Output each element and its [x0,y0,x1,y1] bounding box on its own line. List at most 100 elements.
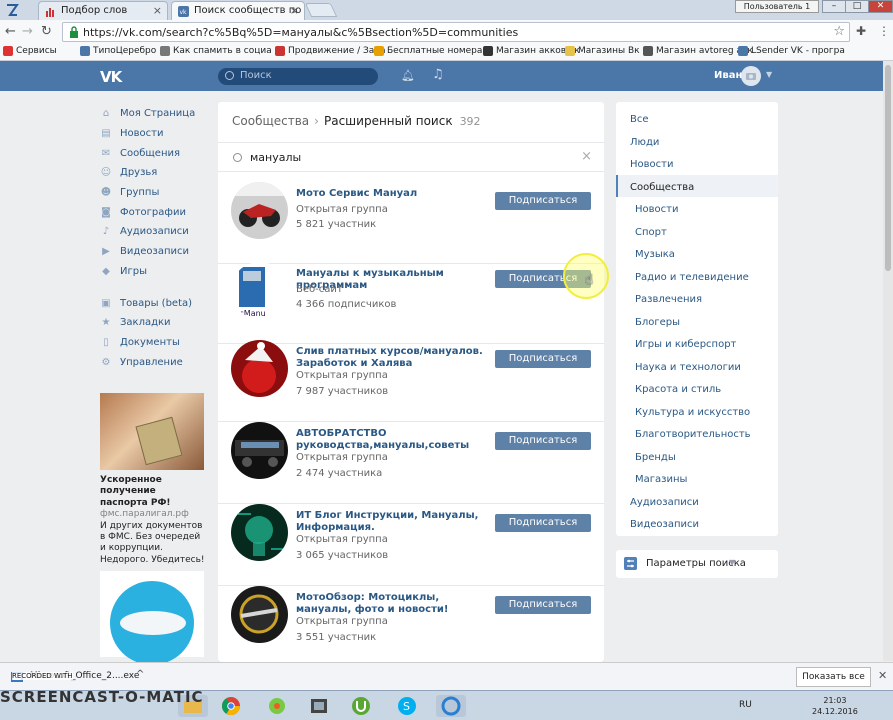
close-icon[interactable]: ✕ [878,669,887,682]
search-query[interactable]: мануалы [250,151,301,164]
left-menu-item[interactable]: ▤ Новости [100,124,205,144]
system-clock[interactable]: 21:03 24.12.2016 [812,695,858,717]
bookmark-item[interactable]: Магазины Вк [565,46,640,56]
left-menu-item[interactable]: ▯ Документы [100,333,205,353]
community-name[interactable]: ИТ Блог Инструкции, Мануалы, Информация. [296,510,488,534]
filter-item[interactable]: Благотворительность [616,422,778,445]
left-menu-item[interactable]: ★ Закладки [100,313,205,333]
forward-icon[interactable]: → [22,24,33,39]
subscribe-button[interactable]: Подписаться [495,350,591,368]
bookmark-item[interactable]: LSender VK - програ [738,46,845,56]
user-name[interactable]: Иван [714,70,742,81]
maximize-button[interactable]: □ [845,0,869,13]
taskbar-utorrent-icon[interactable] [346,695,376,717]
extension-puzzle-icon[interactable]: ✚ [856,24,866,38]
left-menu-item[interactable]: ▶ Видеозаписи [100,242,205,262]
profile-button[interactable]: Пользователь 1 [735,0,819,13]
show-all-downloads-button[interactable]: Показать все [796,667,871,687]
filter-item[interactable]: Люди [616,130,778,153]
vk-logo[interactable]: VK [100,68,122,86]
bookmark-item[interactable]: Сервисы [3,46,57,56]
clear-search-icon[interactable]: × [581,149,592,164]
left-menu-item[interactable]: ◙ Фотографии [100,202,205,222]
ad-domain[interactable]: фмс.паралигал.рф [100,509,206,520]
window-close-button[interactable]: ✕ [868,0,893,13]
community-avatar[interactable] [231,586,288,643]
taskbar-recorder-icon[interactable] [436,695,466,717]
left-menu-item[interactable]: ⌂ Моя Страница [100,104,205,124]
bookmark-item[interactable]: Продвижение / Зара [275,46,386,56]
filter-item[interactable]: Блогеры [616,310,778,333]
filter-item[interactable]: Магазины [616,467,778,490]
filter-item[interactable]: Все [616,107,778,130]
ad-title[interactable]: Ускоренное получение паспорта РФ! [100,475,206,509]
community-avatar[interactable] [231,340,288,397]
community-name[interactable]: Слив платных курсов/мануалов. Заработок … [296,346,488,370]
tab-word-selection[interactable]: Подбор слов × [38,1,168,20]
filter-item[interactable]: Видеозаписи [616,512,778,535]
bookmark-item[interactable]: Как спамить в социа [160,46,272,56]
language-indicator[interactable]: RU [739,700,752,710]
filter-item[interactable]: Спорт [616,220,778,243]
community-name[interactable]: Мото Сервис Мануал [296,188,488,200]
bookmark-star-icon[interactable]: ☆ [833,24,845,39]
taskbar-skype-icon[interactable]: S [392,695,422,717]
left-menu-item[interactable]: ⚙ Управление [100,352,205,372]
search-params-button[interactable]: Параметры поиска ▼ [616,550,778,578]
filter-item[interactable]: Игры и киберспорт [616,332,778,355]
left-menu-item[interactable]: ♪ Аудиозаписи [100,222,205,242]
bookmark-item[interactable]: Бесплатные номера [374,46,482,56]
taskbar-app-icon[interactable] [304,695,334,717]
left-menu-item[interactable]: ▣ Товары (beta) [100,293,205,313]
minimize-button[interactable]: – [822,0,846,13]
chevron-up-icon[interactable]: ^ [136,669,144,680]
taskbar-icq-icon[interactable] [262,695,292,717]
community-avatar[interactable] [231,422,288,479]
subscribe-button[interactable]: Подписаться [495,192,591,210]
vk-search-input[interactable]: Поиск [218,68,378,85]
ad-block[interactable]: Ускоренное получение паспорта РФ! фмс.па… [100,475,206,566]
page-scrollbar[interactable] [883,61,893,661]
left-menu-item[interactable]: ✉ Сообщения [100,143,205,163]
avatar[interactable] [741,66,761,86]
community-name[interactable]: АВТОБРАТСТВО руководства,мануалы,советы [296,428,488,452]
left-menu-item[interactable]: ☻ Группы [100,183,205,203]
bookmark-item[interactable]: Магазин avtoreg акк [643,46,753,56]
ad-image[interactable] [100,393,204,470]
filter-item[interactable]: Наука и технологии [616,355,778,378]
browser-menu-icon[interactable]: ⋮ [878,24,890,38]
taskbar-chrome-icon[interactable] [216,695,246,717]
community-name[interactable]: МотоОбзор: Мотоциклы, мануалы, фото и но… [296,592,488,616]
filter-item[interactable]: Радио и телевидение [616,265,778,288]
bell-icon[interactable]: 🔔︎ [401,69,415,82]
filter-item[interactable]: Сообщества [616,174,778,197]
left-menu-item[interactable]: ☺ Друзья [100,163,205,183]
community-avatar[interactable]: sicManu [231,262,288,319]
bookmark-item[interactable]: ТипоЦеребро [80,46,156,56]
tab-vk-search[interactable]: vk Поиск сообществ по за × [171,1,305,20]
back-icon[interactable]: ← [5,24,16,39]
left-menu-item[interactable]: ◆ Игры [100,262,205,282]
close-tab-icon[interactable]: × [290,4,299,17]
ad-image-zeppelin[interactable] [100,571,204,665]
community-search-field[interactable]: мануалы × [218,142,604,172]
music-icon[interactable]: ♫ [432,67,444,82]
filter-item[interactable]: Новости [616,152,778,175]
community-avatar[interactable] [231,504,288,561]
filter-item[interactable]: Красота и стиль [616,377,778,400]
filter-item[interactable]: Музыка [616,242,778,265]
close-tab-icon[interactable]: × [153,4,162,17]
chevron-down-icon[interactable]: ▼ [766,70,772,79]
reload-icon[interactable]: ↻ [41,24,52,39]
community-avatar[interactable] [231,182,288,239]
subscribe-button[interactable]: Подписаться [495,514,591,532]
subscribe-button[interactable]: Подписаться [495,432,591,450]
filter-item[interactable]: Культура и искусство [616,400,778,423]
subscribe-button[interactable]: Подписаться [495,596,591,614]
filter-item[interactable]: Аудиозаписи [616,490,778,513]
new-tab-button[interactable] [304,3,338,17]
filter-item[interactable]: Развлечения [616,287,778,310]
breadcrumb-communities[interactable]: Сообщества [232,114,309,128]
filter-item[interactable]: Бренды [616,445,778,468]
filter-item[interactable]: Новости [616,197,778,220]
